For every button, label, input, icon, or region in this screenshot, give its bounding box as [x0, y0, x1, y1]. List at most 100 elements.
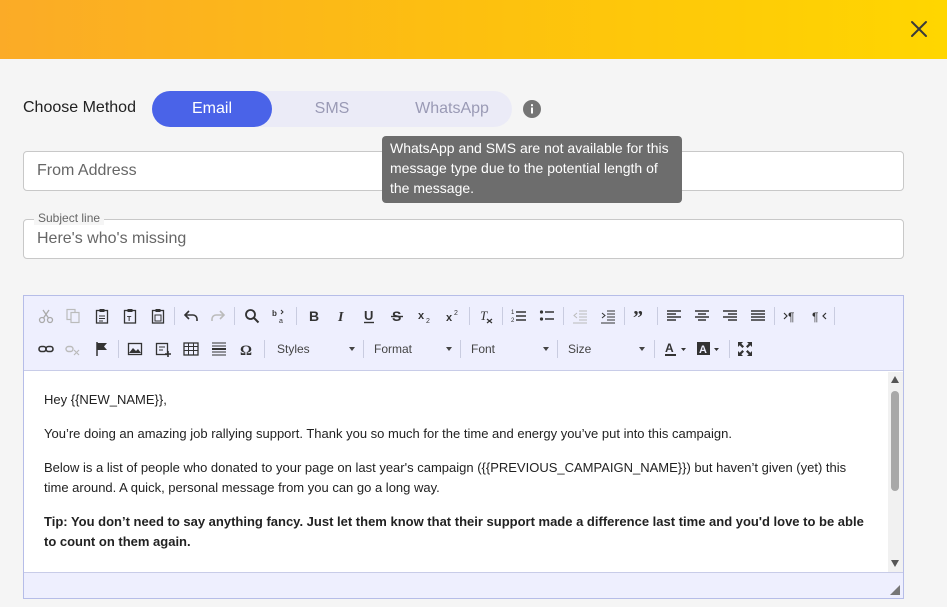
redo-icon: [211, 310, 226, 321]
method-tooltip: WhatsApp and SMS are not available for t…: [382, 136, 682, 203]
editor-scrollbar[interactable]: [888, 372, 903, 572]
justify-button[interactable]: [746, 304, 770, 328]
svg-text:A: A: [665, 341, 674, 355]
editor-toolbar: T ba B I U S x2 x2 T 12 ” ¶ ¶: [24, 296, 903, 371]
increase-indent-button[interactable]: [596, 304, 620, 328]
scroll-thumb[interactable]: [891, 391, 899, 491]
size-label: Size: [568, 342, 592, 356]
size-dropdown[interactable]: Size: [568, 337, 645, 361]
ltr-icon: ¶: [783, 310, 794, 324]
svg-text:U: U: [364, 308, 373, 323]
italic-icon: I: [337, 310, 344, 324]
subject-line-input[interactable]: [24, 220, 903, 258]
text-color-icon: A: [665, 341, 686, 356]
align-center-button[interactable]: [690, 304, 714, 328]
anchor-button[interactable]: [90, 337, 114, 361]
special-char-icon: Ω: [240, 343, 252, 357]
resize-handle-icon[interactable]: [890, 585, 900, 595]
increase-indent-icon: [601, 310, 615, 324]
font-dropdown[interactable]: Font: [471, 337, 549, 361]
paste-icon: [95, 309, 109, 324]
redo-button[interactable]: [206, 304, 230, 328]
horizontal-line-icon: [212, 342, 226, 356]
image-icon: [127, 342, 143, 356]
horizontal-line-button[interactable]: [207, 337, 231, 361]
chevron-down-icon: [349, 347, 355, 351]
format-dropdown[interactable]: Format: [374, 337, 452, 361]
numbered-list-icon: 12: [511, 310, 526, 324]
superscript-button[interactable]: x2: [441, 304, 465, 328]
cut-button[interactable]: [34, 304, 58, 328]
rtl-icon: ¶: [812, 310, 827, 324]
method-email-option[interactable]: Email: [152, 91, 272, 127]
svg-text:A: A: [699, 344, 707, 356]
special-char-button[interactable]: Ω: [235, 337, 259, 361]
find-button[interactable]: [240, 304, 264, 328]
copy-button[interactable]: [61, 304, 85, 328]
link-button[interactable]: [34, 337, 58, 361]
close-button[interactable]: [907, 17, 931, 41]
table-icon: [183, 342, 199, 356]
choose-method-label: Choose Method: [23, 99, 136, 116]
rtl-button[interactable]: ¶: [807, 304, 831, 328]
svg-text:I: I: [337, 310, 344, 324]
replace-button[interactable]: ba: [267, 304, 291, 328]
table-button[interactable]: [179, 337, 203, 361]
underline-icon: U: [364, 308, 374, 324]
bg-color-button[interactable]: A: [694, 337, 724, 361]
strikethrough-icon: S: [391, 308, 403, 324]
copy-icon: [66, 308, 80, 324]
decrease-indent-icon: [573, 310, 587, 324]
maximize-icon: [738, 342, 752, 356]
paste-text-button[interactable]: T: [118, 304, 142, 328]
editor-content[interactable]: Hey {{NEW_NAME}}, You’re doing an amazin…: [24, 372, 888, 572]
decrease-indent-button[interactable]: [568, 304, 592, 328]
subscript-button[interactable]: x2: [413, 304, 437, 328]
bold-button[interactable]: B: [302, 304, 326, 328]
remove-format-button[interactable]: T: [474, 304, 498, 328]
content-paragraph: You’re doing an amazing job rallying sup…: [44, 426, 732, 441]
scroll-up-icon[interactable]: [891, 376, 899, 383]
undo-button[interactable]: [179, 304, 203, 328]
font-label: Font: [471, 342, 496, 356]
method-sms-option[interactable]: SMS: [272, 91, 392, 127]
svg-text:T: T: [127, 316, 132, 323]
numbered-list-button[interactable]: 12: [507, 304, 531, 328]
svg-text:¶: ¶: [788, 310, 794, 324]
subscript-icon: x2: [418, 310, 430, 324]
blockquote-icon: ”: [633, 308, 643, 324]
unlink-button[interactable]: [61, 337, 85, 361]
text-color-button[interactable]: A: [661, 337, 691, 361]
method-whatsapp-option[interactable]: WhatsApp: [392, 91, 512, 127]
paste-word-button[interactable]: [146, 304, 170, 328]
svg-text:2: 2: [454, 310, 458, 317]
svg-text:Ω: Ω: [240, 343, 252, 357]
align-right-button[interactable]: [718, 304, 742, 328]
paste-button[interactable]: [90, 304, 114, 328]
format-label: Format: [374, 342, 413, 356]
blockquote-button[interactable]: ”: [629, 304, 653, 328]
maximize-button[interactable]: [733, 337, 757, 361]
bulleted-list-icon: [539, 310, 554, 321]
info-icon[interactable]: [522, 99, 542, 119]
greeting-paragraph: Hey {{NEW_NAME}},: [44, 392, 167, 407]
embed-button[interactable]: [151, 337, 175, 361]
underline-button[interactable]: U: [357, 304, 381, 328]
bulleted-list-button[interactable]: [535, 304, 559, 328]
editor-footer: [24, 572, 903, 598]
italic-button[interactable]: I: [329, 304, 353, 328]
anchor-icon: [96, 342, 107, 356]
svg-text:B: B: [309, 308, 319, 324]
paste-word-icon: [151, 309, 165, 324]
align-right-icon: [723, 310, 737, 321]
align-left-button[interactable]: [662, 304, 686, 328]
svg-text:2: 2: [511, 318, 515, 324]
chevron-down-icon: [446, 347, 452, 351]
image-button[interactable]: [123, 337, 147, 361]
styles-dropdown[interactable]: Styles: [277, 337, 355, 361]
ltr-button[interactable]: ¶: [779, 304, 803, 328]
svg-text:T: T: [480, 308, 488, 323]
strikethrough-button[interactable]: S: [385, 304, 409, 328]
scroll-down-icon[interactable]: [891, 560, 899, 567]
svg-text:”: ”: [633, 308, 643, 324]
